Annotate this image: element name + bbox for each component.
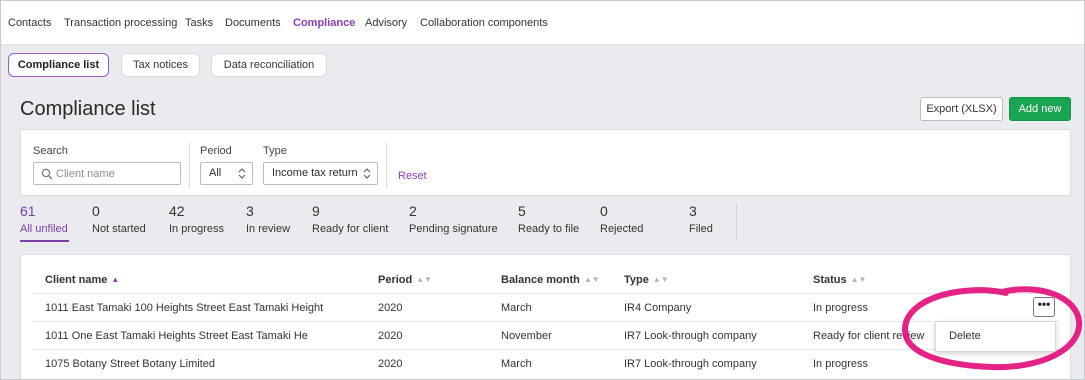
add-new-button[interactable]: Add new (1009, 97, 1071, 121)
count-number: 9 (312, 203, 320, 219)
count-pending-signature[interactable]: 2 Pending signature (409, 203, 498, 235)
search-label: Search (33, 145, 68, 157)
count-in-progress[interactable]: 42 In progress (169, 203, 224, 235)
count-label: Ready to file (518, 223, 580, 235)
count-ready-to-file[interactable]: 5 Ready to file (518, 203, 579, 235)
cell-status: In progress (813, 358, 869, 370)
search-box[interactable] (33, 162, 181, 185)
cell-type: IR4 Company (624, 302, 692, 314)
nav-collaboration-components[interactable]: Collaboration components (420, 17, 548, 29)
column-label: Client name (45, 274, 108, 286)
count-label: In review (246, 223, 291, 235)
count-number: 3 (246, 203, 254, 219)
reset-link[interactable]: Reset (398, 170, 427, 182)
count-label: All unfiled (20, 223, 68, 235)
count-number: 0 (600, 203, 608, 219)
select-chevron-icon (363, 168, 371, 179)
count-rejected[interactable]: 0 Rejected (600, 203, 643, 235)
cell-client-name[interactable]: 1011 East Tamaki 100 Heights Street East… (45, 302, 323, 314)
count-number: 61 (20, 203, 36, 219)
status-counts: 61 All unfiled 0 Not started 42 In progr… (1, 203, 761, 243)
filter-divider (189, 142, 190, 188)
cell-period: 2020 (378, 358, 403, 370)
row-actions-menu: Delete (935, 321, 1056, 352)
nav-advisory[interactable]: Advisory (365, 17, 407, 29)
counts-divider (736, 203, 737, 241)
sort-icon: ▲▼ (416, 275, 433, 284)
cell-period: 2020 (378, 302, 403, 314)
sort-icon: ▲▼ (652, 275, 669, 284)
sort-icon: ▲▼ (583, 275, 600, 284)
count-ready-for-client[interactable]: 9 Ready for client (312, 203, 388, 235)
row-divider (33, 349, 1060, 350)
tab-tax-notices[interactable]: Tax notices (121, 53, 200, 77)
col-header-period[interactable]: Period ▲▼ (378, 274, 432, 286)
count-label: In progress (169, 223, 225, 235)
search-input[interactable] (56, 166, 176, 181)
row-divider (33, 321, 1060, 322)
cell-balance-month: March (501, 358, 532, 370)
count-label: Not started (92, 223, 146, 235)
count-label: Filed (689, 223, 713, 235)
menu-item-delete[interactable]: Delete (949, 330, 981, 342)
select-chevron-icon (238, 168, 246, 179)
nav-compliance[interactable]: Compliance (293, 17, 355, 29)
sort-icon: ▲▼ (850, 275, 867, 284)
cell-period: 2020 (378, 330, 403, 342)
tab-data-reconciliation[interactable]: Data reconciliation (211, 53, 327, 77)
row-more-actions-button[interactable]: ••• (1033, 297, 1055, 317)
count-number: 2 (409, 203, 417, 219)
type-select[interactable]: Income tax return (263, 162, 378, 185)
cell-status: Ready for client review (813, 330, 925, 342)
col-header-status[interactable]: Status ▲▼ (813, 274, 866, 286)
col-header-client-name[interactable]: Client name ▲ (45, 274, 119, 286)
sort-asc-icon: ▲ (111, 275, 120, 284)
cell-balance-month: March (501, 302, 532, 314)
page-title: Compliance list (20, 98, 156, 120)
nav-documents[interactable]: Documents (225, 17, 281, 29)
nav-tasks[interactable]: Tasks (185, 17, 213, 29)
filter-divider (386, 142, 387, 188)
column-label: Period (378, 274, 413, 286)
count-label: Pending signature (409, 223, 498, 235)
count-label: Rejected (600, 223, 644, 235)
column-label: Status (813, 274, 847, 286)
count-label: Ready for client (312, 223, 389, 235)
search-icon (41, 168, 53, 180)
col-header-balance-month[interactable]: Balance month ▲▼ (501, 274, 600, 286)
cell-status: In progress (813, 302, 869, 314)
cell-type: IR7 Look-through company (624, 330, 757, 342)
tab-compliance-list[interactable]: Compliance list (8, 53, 109, 77)
filter-panel: Search Period All Type Income tax return (20, 129, 1071, 196)
period-label: Period (200, 145, 232, 157)
col-header-type[interactable]: Type ▲▼ (624, 274, 669, 286)
compliance-table: Client name ▲ Period ▲▼ Balance month ▲▼ Ty… (20, 254, 1071, 379)
app-frame: Contacts Transaction processing Tasks Do… (0, 0, 1085, 380)
count-all-unfiled[interactable]: 61 All unfiled (20, 203, 68, 235)
header-divider (33, 293, 1060, 294)
count-in-review[interactable]: 3 In review (246, 203, 290, 235)
column-label: Balance month (501, 274, 580, 286)
period-select[interactable]: All (200, 162, 253, 185)
top-navigation: Contacts Transaction processing Tasks Do… (1, 1, 1084, 45)
nav-contacts[interactable]: Contacts (8, 17, 51, 29)
column-label: Type (624, 274, 649, 286)
count-not-started[interactable]: 0 Not started (92, 203, 146, 235)
count-filed[interactable]: 3 Filed (689, 203, 713, 235)
count-number: 5 (518, 203, 526, 219)
count-number: 0 (92, 203, 100, 219)
cell-client-name[interactable]: 1075 Botany Street Botany Limited (45, 358, 215, 370)
cell-balance-month: November (501, 330, 552, 342)
period-value: All (209, 167, 222, 179)
nav-transaction-processing[interactable]: Transaction processing (64, 17, 177, 29)
count-number: 3 (689, 203, 697, 219)
export-xlsx-button[interactable]: Export (XLSX) (920, 97, 1003, 121)
cell-client-name[interactable]: 1011 One East Tamaki Heights Street East… (45, 330, 308, 342)
type-value: Income tax return (272, 167, 358, 179)
cell-type: IR7 Look-through company (624, 358, 757, 370)
active-count-underline (20, 240, 69, 242)
type-label: Type (263, 145, 287, 157)
count-number: 42 (169, 203, 185, 219)
